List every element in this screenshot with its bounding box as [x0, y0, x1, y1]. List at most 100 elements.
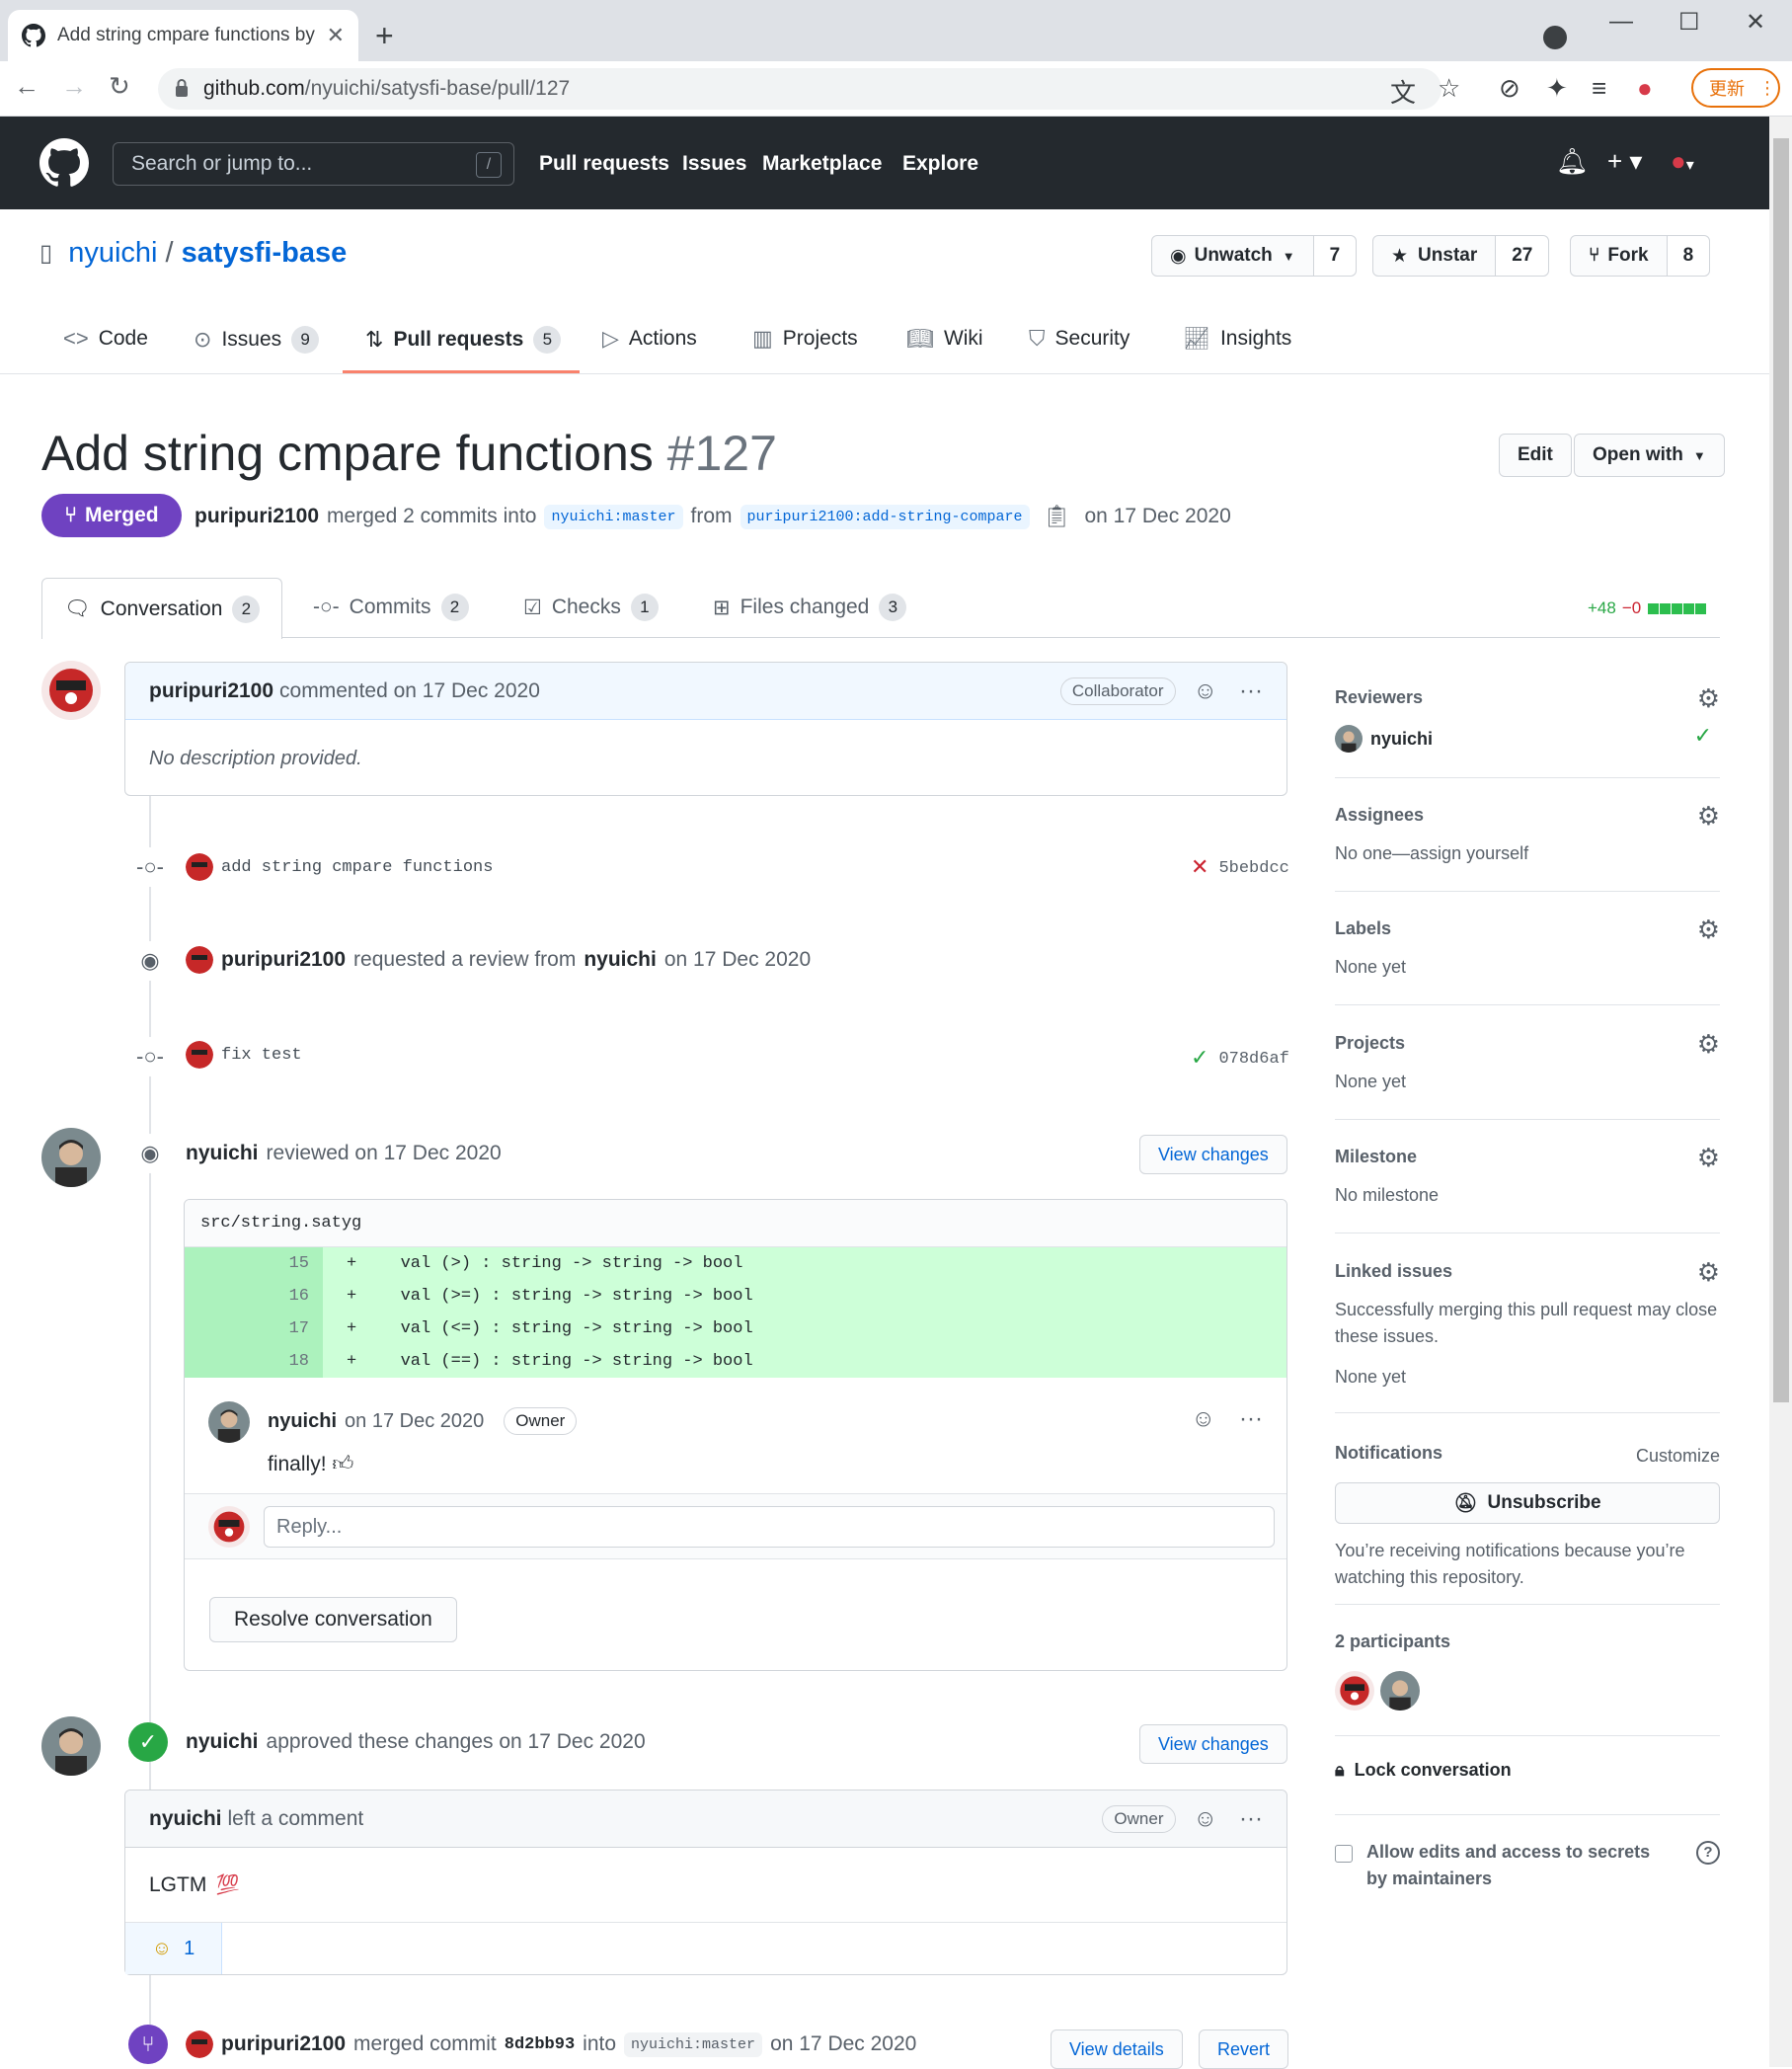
- merge-sha-link[interactable]: 8d2bb93: [505, 2035, 575, 2054]
- check-success-icon[interactable]: ✓: [1191, 1046, 1208, 1072]
- tab-code[interactable]: <> Code: [63, 326, 148, 352]
- fork-count[interactable]: 8: [1667, 236, 1710, 276]
- extensions-puzzle-icon[interactable]: ✦: [1546, 73, 1568, 104]
- reviewer-entry[interactable]: nyuichi: [1335, 725, 1433, 753]
- browser-tab[interactable]: Add string cmpare functions by p ✕: [8, 10, 358, 61]
- tab-insights[interactable]: 📈︎ Insights: [1183, 326, 1291, 352]
- edit-title-button[interactable]: Edit: [1499, 434, 1572, 477]
- actor-link[interactable]: puripuri2100: [221, 948, 346, 972]
- assign-yourself-link[interactable]: No one—assign yourself: [1335, 840, 1528, 867]
- comment-meta[interactable]: on 17 Dec 2020: [345, 1410, 484, 1433]
- bookmark-star-icon[interactable]: ☆: [1438, 73, 1460, 104]
- sha-link[interactable]: 078d6af: [1218, 1050, 1288, 1069]
- kebab-horizontal-icon[interactable]: ···: [1239, 1805, 1263, 1833]
- head-branch[interactable]: puripuri2100:add-string-compare: [740, 504, 1030, 529]
- reviewer-link[interactable]: nyuichi: [186, 1142, 259, 1165]
- star-button[interactable]: ★ Unstar: [1373, 236, 1497, 276]
- tab-actions[interactable]: ▷ Actions: [602, 326, 697, 352]
- comment-meta[interactable]: commented on 17 Dec 2020: [279, 679, 540, 703]
- comment-author-link[interactable]: puripuri2100: [149, 679, 273, 703]
- sidebar-title[interactable]: Reviewers: [1335, 687, 1423, 708]
- gear-icon[interactable]: ⚙: [1697, 683, 1720, 714]
- clipboard-copy-icon[interactable]: 📋︎: [1044, 504, 1071, 529]
- kebab-horizontal-icon[interactable]: ···: [1239, 1405, 1263, 1433]
- gear-icon[interactable]: ⚙: [1697, 801, 1720, 832]
- tab-pull-requests[interactable]: ⇅ Pull requests 5: [365, 326, 562, 354]
- reading-list-icon[interactable]: ≡: [1592, 73, 1606, 104]
- sidebar-title[interactable]: Assignees: [1335, 805, 1424, 826]
- close-window-icon[interactable]: ✕: [1746, 8, 1765, 37]
- add-reaction-icon[interactable]: ☺: [1194, 677, 1218, 705]
- sidebar-title[interactable]: Projects: [1335, 1033, 1405, 1054]
- reaction-laugh[interactable]: ☺ 1: [125, 1923, 222, 1974]
- gear-icon[interactable]: ⚙: [1697, 1257, 1720, 1288]
- avatar-puripuri2100[interactable]: [41, 661, 101, 720]
- review-meta[interactable]: reviewed on 17 Dec 2020: [267, 1142, 502, 1165]
- resolve-conversation-button[interactable]: Resolve conversation: [209, 1597, 457, 1642]
- comment-author-link[interactable]: nyuichi: [268, 1410, 337, 1433]
- profile-avatar-icon[interactable]: ●: [1637, 73, 1653, 104]
- unsubscribe-button[interactable]: 🔕︎ Unsubscribe: [1335, 1482, 1720, 1524]
- tab-conversation[interactable]: 🗨︎ Conversation 2: [41, 578, 283, 639]
- merge-branch[interactable]: nyuichi:master: [624, 2031, 763, 2057]
- watch-count[interactable]: 7: [1313, 236, 1357, 276]
- pr-author-link[interactable]: puripuri2100: [195, 505, 319, 528]
- view-changes-button[interactable]: View changes: [1139, 1724, 1287, 1764]
- profile-menu-icon[interactable]: [1543, 26, 1567, 49]
- lock-conversation-button[interactable]: 🔒︎ Lock conversation: [1335, 1760, 1512, 1781]
- question-help-icon[interactable]: ?: [1696, 1841, 1720, 1865]
- fork-button[interactable]: ⑂ Fork: [1571, 236, 1668, 276]
- allow-edits-checkbox[interactable]: [1335, 1845, 1353, 1863]
- translate-icon[interactable]: 文: [1390, 73, 1416, 110]
- line-number[interactable]: 18: [185, 1345, 323, 1378]
- maximize-icon[interactable]: ☐: [1678, 8, 1700, 37]
- commit-message-link[interactable]: add string cmpare functions: [221, 858, 493, 877]
- actor-link[interactable]: puripuri2100: [221, 2032, 346, 2056]
- add-reaction-icon[interactable]: ☺: [1194, 1805, 1218, 1833]
- tab-projects[interactable]: ▥ Projects: [752, 326, 858, 352]
- notifications-bell-icon[interactable]: 🔔︎: [1556, 146, 1589, 177]
- event-date[interactable]: on 17 Dec 2020: [664, 948, 811, 972]
- scrollbar-thumb[interactable]: [1773, 138, 1789, 1402]
- kebab-horizontal-icon[interactable]: ···: [1239, 677, 1263, 705]
- approval-meta[interactable]: approved these changes on 17 Dec 2020: [267, 1730, 646, 1754]
- create-new-plus-icon[interactable]: + ▾: [1607, 146, 1642, 177]
- forward-icon[interactable]: →: [61, 71, 87, 102]
- avatar-puripuri2100[interactable]: [1335, 1671, 1374, 1711]
- tab-wiki[interactable]: 📖︎ Wiki: [906, 326, 983, 352]
- sidebar-title[interactable]: Milestone: [1335, 1147, 1417, 1167]
- base-branch[interactable]: nyuichi:master: [544, 504, 683, 529]
- nav-issues[interactable]: Issues: [682, 152, 746, 176]
- sidebar-title[interactable]: Linked issues: [1335, 1261, 1452, 1282]
- address-bar[interactable]: github.com/nyuichi/satysfi-base/pull/127: [158, 68, 1441, 110]
- avatar-nyuichi[interactable]: [41, 1128, 101, 1187]
- reply-input[interactable]: Reply...: [264, 1506, 1275, 1548]
- tab-checks[interactable]: ☑ Checks 1: [523, 594, 659, 621]
- customize-link[interactable]: Customize: [1636, 1443, 1720, 1470]
- event-date[interactable]: on 17 Dec 2020: [770, 2032, 916, 2056]
- open-with-button[interactable]: Open with ▼: [1574, 434, 1725, 477]
- reviewer-link[interactable]: nyuichi: [584, 948, 657, 972]
- repo-owner-link[interactable]: nyuichi: [68, 237, 157, 270]
- line-number[interactable]: 16: [185, 1280, 323, 1313]
- star-count[interactable]: 27: [1496, 236, 1549, 276]
- repo-name-link[interactable]: satysfi-base: [182, 237, 348, 270]
- watch-button[interactable]: ◉ Unwatch ▼: [1152, 236, 1314, 276]
- nav-marketplace[interactable]: Marketplace: [762, 152, 882, 176]
- avatar-nyuichi[interactable]: [1380, 1671, 1420, 1711]
- user-avatar-menu-icon[interactable]: ●▾: [1671, 146, 1694, 177]
- add-reaction-icon[interactable]: ☺: [1192, 1405, 1216, 1433]
- tab-close-icon[interactable]: ✕: [327, 23, 345, 48]
- nav-pull-requests[interactable]: Pull requests: [539, 152, 669, 176]
- avatar-nyuichi[interactable]: [208, 1401, 250, 1443]
- approver-link[interactable]: nyuichi: [186, 1730, 259, 1754]
- revert-button[interactable]: Revert: [1199, 2029, 1289, 2069]
- sha-link[interactable]: 5bebdcc: [1218, 859, 1288, 878]
- gear-icon[interactable]: ⚙: [1697, 915, 1720, 945]
- github-logo-icon[interactable]: [39, 138, 89, 188]
- sidebar-title[interactable]: Labels: [1335, 918, 1391, 939]
- tab-issues[interactable]: ⊙ Issues 9: [194, 326, 320, 354]
- gear-icon[interactable]: ⚙: [1697, 1029, 1720, 1060]
- gear-icon[interactable]: ⚙: [1697, 1143, 1720, 1173]
- line-number[interactable]: 15: [185, 1247, 323, 1280]
